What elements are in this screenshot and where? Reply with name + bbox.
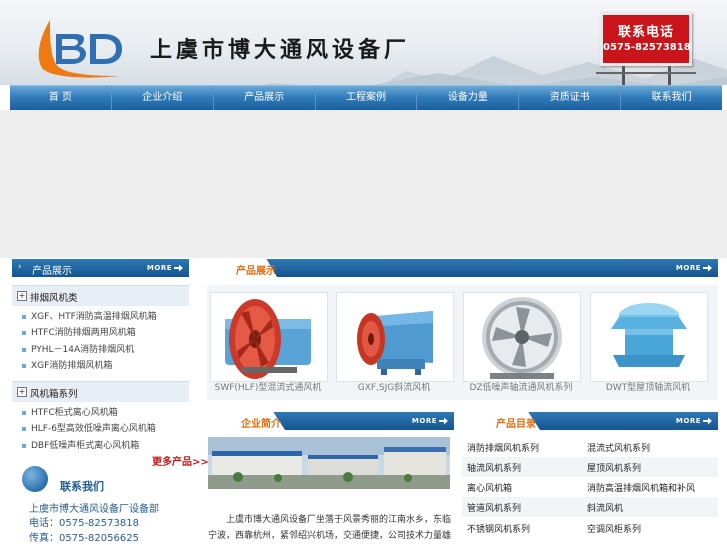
category-header[interactable]: + 排烟风机类 — [12, 285, 189, 306]
nav-contact[interactable]: 联系我们 — [621, 86, 722, 110]
arrow-right-icon — [174, 264, 183, 272]
catalog-link[interactable]: 屋顶风机系列 — [587, 461, 641, 474]
billboard-title: 联系电话 — [617, 25, 674, 40]
arrow-right-icon — [439, 417, 448, 425]
product-card[interactable] — [336, 292, 454, 382]
billboard-board: 联系电话 0575-82573818 — [600, 12, 692, 66]
nav-products[interactable]: 产品展示 — [214, 86, 316, 110]
product-caption[interactable]: DWT型屋顶轴流风机 — [590, 380, 706, 393]
category-item[interactable]: PYHL－14A消防排烟风机 — [22, 342, 134, 355]
products-title: 产品展示 — [236, 266, 276, 277]
contact-company: 上虞市博大通风设备厂设备部 — [29, 504, 159, 515]
billboard-phone: 0575-82573818 — [603, 42, 691, 53]
category-header[interactable]: + 风机箱系列 — [12, 381, 189, 402]
about-title: 企业简介 — [241, 419, 281, 430]
company-name: 上虞市博大通风设备厂 — [150, 38, 411, 63]
about-more-button[interactable]: MORE — [412, 416, 448, 426]
sidebar-more-button[interactable]: MORE — [147, 263, 183, 273]
catalog-link[interactable]: 混流式风机系列 — [587, 441, 650, 454]
catalog-link[interactable]: 消防排烟风机系列 — [467, 441, 539, 454]
category-label: 排烟风机类 — [30, 293, 78, 304]
billboard-post — [622, 66, 625, 86]
company-logo[interactable] — [28, 18, 128, 80]
catalog-link[interactable]: 不锈钢风机系列 — [467, 522, 530, 535]
category-item[interactable]: XGF消防排烟风机箱 — [22, 358, 112, 371]
catalog-link[interactable]: 消防高温排烟风机箱和补风 — [587, 481, 695, 494]
product-card[interactable] — [210, 292, 328, 382]
catalog-link[interactable]: 斜流风机 — [587, 501, 623, 514]
roof-fan-image — [611, 303, 687, 367]
category-item[interactable]: HTFC消防排烟两用风机箱 — [22, 325, 136, 338]
phone-billboard: 联系电话 0575-82573818 — [590, 12, 700, 86]
sidebar-header: › 产品展示 MORE — [12, 259, 189, 277]
catalog-row: 消防排烟风机系列 混流式风机系列 — [462, 437, 718, 457]
products-header: 产品展示 MORE — [207, 259, 718, 277]
contact-fax: 传真：0575-82056625 — [29, 533, 139, 544]
category-item[interactable]: HLF-6型高效低噪声离心风机箱 — [22, 421, 156, 434]
about-header: 企业简介 MORE — [207, 412, 454, 430]
mixed-flow-fan-image — [225, 299, 311, 379]
catalog-link[interactable]: 管道风机系列 — [467, 501, 521, 514]
product-caption[interactable]: GXF,SJG斜流风机 — [336, 380, 452, 393]
nav-about[interactable]: 企业介绍 — [112, 86, 214, 110]
diagonal-flow-fan-image — [357, 311, 433, 375]
more-label: MORE — [675, 417, 701, 425]
more-label: MORE — [675, 264, 701, 272]
catalog-link[interactable]: 轴流风机系列 — [467, 461, 521, 474]
nav-cases[interactable]: 工程案例 — [316, 86, 418, 110]
category-item[interactable]: XGF、HTF消防高温排烟风机箱 — [22, 309, 157, 322]
catalog-row: 不锈钢风机系列 空调风柜系列 — [462, 518, 718, 538]
product-card[interactable] — [463, 292, 581, 382]
category-label: 风机箱系列 — [30, 389, 78, 400]
arrow-right-icon — [703, 264, 712, 272]
nav-equipment[interactable]: 设备力量 — [417, 86, 520, 110]
product-caption[interactable]: SWF(HLF)型混流式通风机 — [210, 380, 326, 393]
catalog-more-button[interactable]: MORE — [676, 416, 712, 426]
products-more-button[interactable]: MORE — [676, 263, 712, 273]
contact-title: 联系我们 — [60, 480, 104, 493]
category-item[interactable]: HTFC柜式离心风机箱 — [22, 405, 118, 418]
product-card[interactable] — [590, 292, 708, 382]
nav-home[interactable]: 首 页 — [10, 86, 112, 110]
contact-phone: 电话：0575-82573818 — [29, 518, 139, 529]
nav-certificates[interactable]: 资质证书 — [519, 86, 622, 110]
sidebar-title: 产品展示 — [32, 266, 72, 277]
contact-icon — [22, 466, 48, 492]
more-label: MORE — [146, 264, 172, 272]
catalog-header: 产品目录 MORE — [462, 412, 718, 430]
plus-box-icon: + — [17, 291, 27, 301]
more-label: MORE — [411, 417, 437, 425]
billboard-post — [668, 66, 671, 86]
catalog-row: 轴流风机系列 屋顶风机系列 — [462, 457, 718, 477]
catalog-link[interactable]: 空调风柜系列 — [587, 522, 641, 535]
more-products-link[interactable]: 更多产品>> — [152, 453, 209, 468]
chevron-right-icon: › — [18, 262, 22, 272]
catalog-row: 管道风机系列 斜流风机 — [462, 497, 718, 517]
catalog-row: 离心风机箱 消防高温排烟风机箱和补风 — [462, 477, 718, 497]
catalog-title: 产品目录 — [496, 419, 536, 430]
catalog-link[interactable]: 离心风机箱 — [467, 481, 512, 494]
banner-area — [0, 110, 727, 258]
category-item[interactable]: DBF低噪声柜式离心风机箱 — [22, 438, 139, 451]
billboard-rail — [596, 72, 696, 74]
about-text: 上虞市博大通风设备厂坐落于风景秀丽的江南水乡，东临宁波，西靠杭州，紧邻绍兴机场，… — [208, 515, 452, 541]
arrow-right-icon — [703, 417, 712, 425]
plus-box-icon: + — [17, 387, 27, 397]
main-nav: 首 页 企业介绍 产品展示 工程案例 设备力量 资质证书 联系我们 — [10, 85, 722, 110]
product-caption[interactable]: DZ低噪声轴流通风机系列 — [463, 380, 579, 393]
axial-fan-image — [482, 297, 562, 379]
factory-photo — [208, 437, 450, 489]
